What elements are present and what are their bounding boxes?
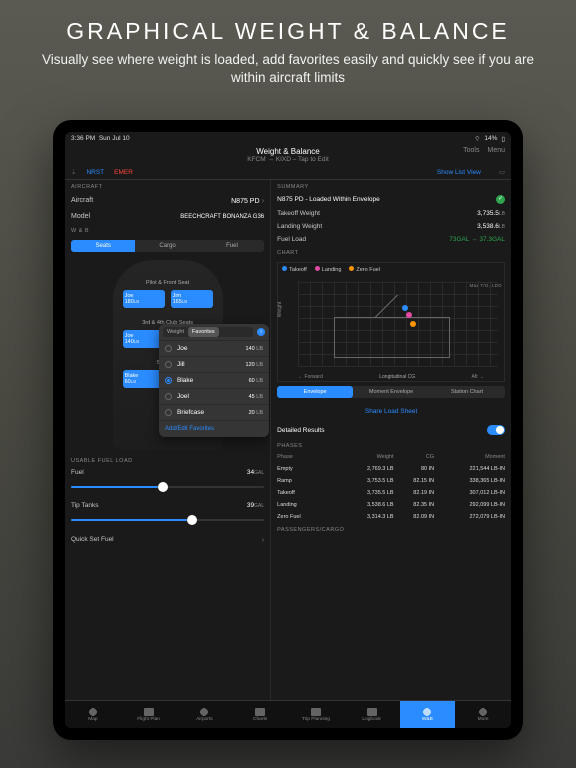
fuel-load-row: Fuel Load73GAL → 37.3GAL [271,233,511,246]
check-icon: ✓ [496,195,505,204]
add-edit-favorites-button[interactable]: Add/Edit Favorites [159,420,269,437]
fuel-row: Fuel34GAL [71,466,264,479]
tip-tanks-row: Tip Tanks39GAL [71,499,264,512]
main: AIRCRAFT Aircraft N875 PD › Model BEECHC… [65,180,511,716]
phases-section-label: PHASES [271,439,511,451]
menu-button[interactable]: Menu [487,147,505,154]
screen: 3:36 PM Sun Jul 10 ⌔14%▯ Weight & Balanc… [65,132,511,728]
phase-row-landing: Landing3,538.6 LB82.35 IN292,099 LB-IN [271,499,511,511]
chart-tabs: Envelope Moment Envelope Station Chart [277,386,505,398]
status-right: ⌔14%▯ [474,134,505,143]
fuel-section-label: USABLE FUEL LOAD [65,454,270,466]
plane-diagram: Pilot & Front Seat Joe180LB Jim165LB 3rd… [71,260,264,450]
seg-fuel[interactable]: Fuel [200,240,264,252]
aircraft-row[interactable]: Aircraft N875 PD › [65,192,270,209]
d-arrow-icon[interactable]: ⇣ [71,168,76,176]
chart-x-axis: ← ForwardLongitudinal CGAft → [278,374,504,380]
fav-seg-favorites[interactable]: Favorites [188,327,219,337]
detailed-results-row: Detailed Results [271,421,511,439]
hero-title: GRAPHICAL WEIGHT & BALANCE [0,18,576,45]
aircraft-section-label: AIRCRAFT [65,180,270,192]
hero: GRAPHICAL WEIGHT & BALANCE Visually see … [0,18,576,87]
wb-section-label: W & B [65,224,270,236]
fav-item-blake[interactable]: Blake60 LB [159,372,269,388]
quick-set-fuel-button[interactable]: Quick Set Fuel› [71,532,264,547]
fav-item-joe[interactable]: Joe140 LB [159,340,269,356]
favorites-popup: Weight Favorites i Joe140 LB Jill120 LB … [159,324,269,437]
phases-header: PhaseWeightCGMoment [271,451,511,463]
battery-icon: ▯ [501,135,505,143]
chevron-right-icon: › [261,535,264,544]
passengers-cargo-section-label: PASSENGERS/CARGO [271,523,511,535]
chart-tab-station[interactable]: Station Chart [429,386,505,398]
left-panel: AIRCRAFT Aircraft N875 PD › Model BEECHC… [65,180,270,716]
chevron-right-icon: › [261,196,264,205]
info-icon[interactable]: i [257,328,265,336]
top-nav: ⇣ NRST EMER Show List View ▭ [65,165,511,180]
seg-cargo[interactable]: Cargo [135,240,199,252]
chart-tab-moment[interactable]: Moment Envelope [353,386,429,398]
fuel-slider[interactable] [71,481,264,493]
chart[interactable]: Takeoff Landing Zero Fuel Max T/O, LDG W… [277,262,505,382]
phase-row-takeoff: Takeoff3,735.5 LB82.19 IN307,012 LB-IN [271,487,511,499]
tab-wb[interactable]: W&B [400,701,456,728]
header: Weight & Balance KFCM → KIXD – Tap to Ed… [65,145,511,165]
seat-pilot[interactable]: Joe180LB [123,290,165,308]
fav-item-briefcase[interactable]: Briefcase20 LB [159,404,269,420]
fav-item-jill[interactable]: Jill120 LB [159,356,269,372]
phase-row-ramp: Ramp3,753.5 LB82.15 IN338,365 LB-IN [271,475,511,487]
status-left: 3:36 PM Sun Jul 10 [71,135,130,142]
route-subtitle[interactable]: KFCM → KIXD – Tap to Edit [65,156,511,163]
chart-tab-envelope[interactable]: Envelope [277,386,353,398]
show-list-view-button[interactable]: Show List View [437,169,481,176]
seg-seats[interactable]: Seats [71,240,135,252]
tab-charts[interactable]: Charts [232,701,288,728]
phases-table: PhaseWeightCGMoment Empty2,769.3 LB80 IN… [271,451,511,523]
tab-map[interactable]: Map [65,701,121,728]
envelope-polygon [334,317,450,358]
tip-tanks-slider[interactable] [71,514,264,526]
phase-row-zerofuel: Zero Fuel3,314.3 LB82.09 IN272,079 LB-IN [271,511,511,523]
chart-y-axis-label: Weight [277,302,283,317]
summary-section-label: SUMMARY [271,180,511,192]
right-panel: SUMMARY N875 PD - Loaded Within Envelope… [270,180,511,716]
model-row: Model BEECHCRAFT BONANZA G36 [65,209,270,224]
seat-row-1: Pilot & Front Seat Joe180LB Jim165LB [123,290,213,308]
tablet-frame: 3:36 PM Sun Jul 10 ⌔14%▯ Weight & Balanc… [53,120,523,740]
zero-fuel-point [410,321,416,327]
status-bar: 3:36 PM Sun Jul 10 ⌔14%▯ [65,132,511,145]
fav-seg-weight[interactable]: Weight [163,327,188,337]
chart-legend: Takeoff Landing Zero Fuel [278,263,504,276]
tab-flight-plan[interactable]: Flight Plan [121,701,177,728]
fav-item-joel[interactable]: Joel45 LB [159,388,269,404]
page-title: Weight & Balance [65,147,511,156]
book-icon[interactable]: ▭ [499,168,505,176]
nrst-button[interactable]: NRST [86,169,104,176]
envelope-status-row: N875 PD - Loaded Within Envelope ✓ [271,192,511,207]
tab-logbook[interactable]: Logbook [344,701,400,728]
detailed-results-toggle[interactable] [487,425,505,435]
hero-subtitle: Visually see where weight is loaded, add… [0,51,576,87]
seat-row-1-label: Pilot & Front Seat [123,280,213,286]
fav-segmented: Weight Favorites [163,327,253,337]
share-load-sheet-button[interactable]: Share Load Sheet [271,402,511,421]
phase-row-empty: Empty2,769.3 LB80 IN221,544 LB-IN [271,463,511,475]
seat-copilot[interactable]: Jim165LB [171,290,213,308]
landing-weight-row: Landing Weight3,538.6LB [271,220,511,233]
takeoff-weight-row: Takeoff Weight3,735.5LB [271,207,511,220]
chart-plot [298,281,498,367]
tab-trip-planning[interactable]: Trip Planning [288,701,344,728]
wb-segmented: Seats Cargo Fuel [71,240,264,252]
tab-airports[interactable]: Airports [177,701,233,728]
wifi-icon: ⌔ [474,134,480,143]
chart-section-label: CHART [271,246,511,258]
emer-button[interactable]: EMER [114,169,133,176]
landing-point [406,312,412,318]
tools-button[interactable]: Tools [463,147,479,154]
tab-more[interactable]: More [455,701,511,728]
tab-bar: Map Flight Plan Airports Charts Trip Pla… [65,700,511,728]
